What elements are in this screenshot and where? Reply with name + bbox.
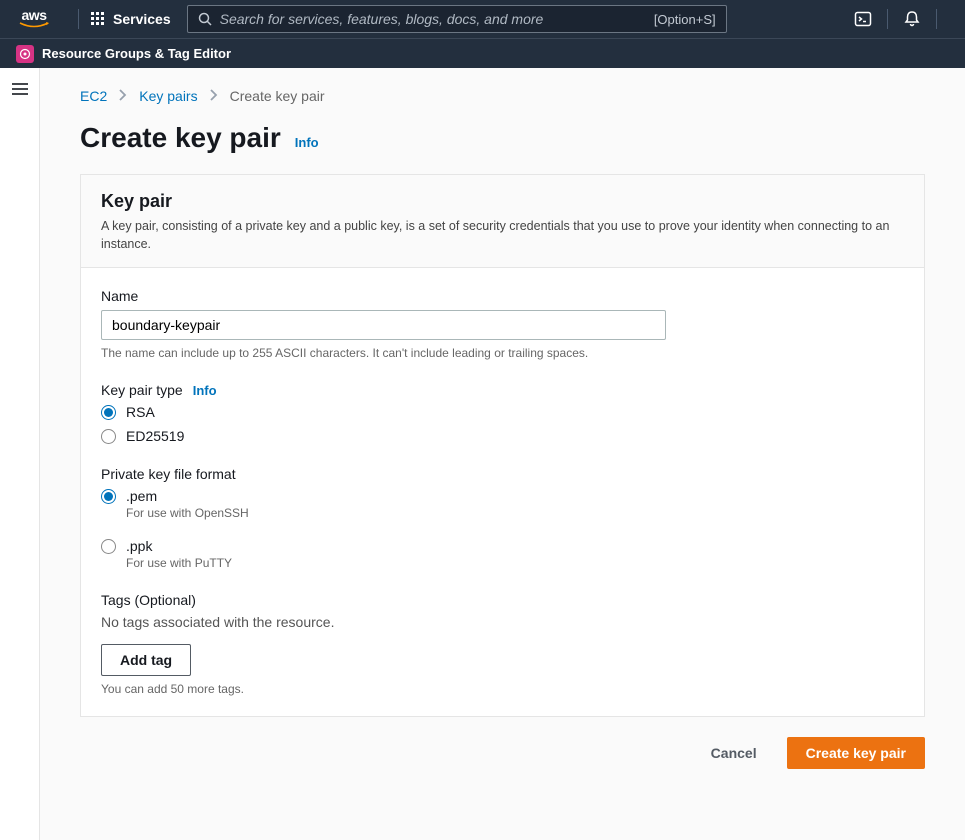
radio-label: .pem	[126, 488, 249, 504]
services-button[interactable]: Services	[91, 11, 171, 27]
search-bar[interactable]: [Option+S]	[187, 5, 727, 33]
radio-pem[interactable]: .pem For use with OpenSSH	[101, 488, 904, 520]
keypair-panel: Key pair A key pair, consisting of a pri…	[80, 174, 925, 717]
format-label: Private key file format	[101, 466, 904, 482]
radio-sublabel: For use with OpenSSH	[126, 506, 249, 520]
radio-icon	[101, 489, 116, 504]
name-hint: The name can include up to 255 ASCII cha…	[101, 346, 904, 360]
top-nav: aws Services [Option+S]	[0, 0, 965, 38]
radio-label: RSA	[126, 404, 155, 420]
name-input[interactable]	[101, 310, 666, 340]
bell-icon[interactable]	[900, 10, 924, 28]
breadcrumb-current: Create key pair	[230, 88, 325, 104]
name-label: Name	[101, 288, 904, 304]
radio-rsa[interactable]: RSA	[101, 404, 904, 420]
type-label: Key pair type	[101, 382, 183, 398]
radio-icon	[101, 539, 116, 554]
resource-groups-icon	[16, 45, 34, 63]
menu-icon[interactable]	[12, 82, 28, 840]
services-label: Services	[113, 11, 171, 27]
radio-ppk[interactable]: .ppk For use with PuTTY	[101, 538, 904, 570]
panel-description: A key pair, consisting of a private key …	[101, 218, 904, 253]
tags-empty-text: No tags associated with the resource.	[101, 614, 904, 630]
breadcrumb-ec2[interactable]: EC2	[80, 88, 107, 104]
breadcrumb-keypairs[interactable]: Key pairs	[139, 88, 197, 104]
add-tag-button[interactable]: Add tag	[101, 644, 191, 676]
radio-ed25519[interactable]: ED25519	[101, 428, 904, 444]
resource-groups-label[interactable]: Resource Groups & Tag Editor	[42, 46, 231, 61]
grid-icon	[91, 12, 105, 26]
tags-label: Tags (Optional)	[101, 592, 904, 608]
search-icon	[198, 12, 212, 26]
search-hint: [Option+S]	[654, 12, 716, 27]
radio-icon	[101, 429, 116, 444]
create-keypair-button[interactable]: Create key pair	[787, 737, 925, 769]
radio-label: .ppk	[126, 538, 232, 554]
breadcrumb: EC2 Key pairs Create key pair	[80, 88, 925, 104]
footer-actions: Cancel Create key pair	[80, 737, 925, 769]
type-info-link[interactable]: Info	[193, 383, 217, 398]
chevron-right-icon	[210, 88, 218, 104]
divider	[887, 9, 888, 29]
radio-sublabel: For use with PuTTY	[126, 556, 232, 570]
divider	[78, 9, 79, 29]
cancel-button[interactable]: Cancel	[693, 737, 775, 769]
chevron-right-icon	[119, 88, 127, 104]
info-link[interactable]: Info	[295, 135, 319, 150]
main-content: EC2 Key pairs Create key pair Create key…	[40, 68, 965, 840]
page-title: Create key pair	[80, 122, 281, 154]
divider	[936, 9, 937, 29]
cloudshell-icon[interactable]	[851, 10, 875, 28]
radio-label: ED25519	[126, 428, 184, 444]
left-rail	[0, 68, 40, 840]
panel-title: Key pair	[101, 191, 904, 212]
aws-logo[interactable]: aws	[16, 8, 52, 30]
sub-nav: Resource Groups & Tag Editor	[0, 38, 965, 68]
radio-icon	[101, 405, 116, 420]
search-input[interactable]	[220, 11, 646, 27]
tags-hint: You can add 50 more tags.	[101, 682, 904, 696]
